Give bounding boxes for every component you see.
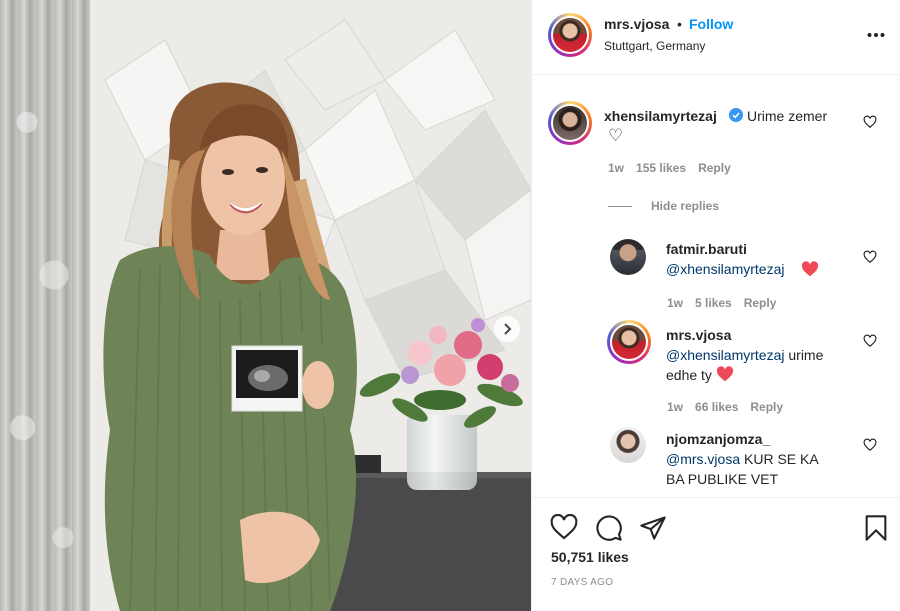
reply-meta: 1w 5 likes Reply xyxy=(667,296,788,310)
hide-replies-button[interactable]: Hide replies xyxy=(651,199,719,213)
follow-button[interactable]: Follow xyxy=(689,16,733,32)
reply-username[interactable]: mrs.vjosa xyxy=(666,327,731,343)
avatar-image xyxy=(610,323,648,361)
chevron-right-icon[interactable] xyxy=(494,316,520,342)
reply-text-line2: edhe ty xyxy=(666,367,712,383)
reply-text-part: urime xyxy=(784,347,824,363)
reply-text: @xhensilamyrtezaj urime edhe ty xyxy=(666,345,866,385)
avatar-image xyxy=(551,104,589,142)
reply-likes[interactable]: 66 likes xyxy=(695,400,738,414)
heart-emoji-red xyxy=(801,261,819,282)
heart-icon[interactable] xyxy=(550,513,578,545)
reply-avatar[interactable] xyxy=(607,320,651,364)
comment-age[interactable]: 1w xyxy=(608,161,624,175)
comment-meta: 1w 155 likes Reply xyxy=(608,161,743,175)
reply-age[interactable]: 1w xyxy=(667,400,683,414)
reply-avatar[interactable] xyxy=(610,239,646,275)
pregnant-woman xyxy=(103,82,357,611)
comment-icon[interactable] xyxy=(595,514,623,547)
verified-icon xyxy=(729,108,743,122)
post-header: mrs.vjosa • Follow Stuttgart, Germany xyxy=(532,0,900,75)
reply-avatar[interactable] xyxy=(610,427,646,463)
post-location[interactable]: Stuttgart, Germany xyxy=(604,39,705,53)
reply-username[interactable]: njomzanjomza_ xyxy=(666,431,770,447)
avatar[interactable] xyxy=(548,13,592,57)
comment-text: Urime zemer xyxy=(747,108,828,124)
reply-meta: 1w 66 likes Reply xyxy=(667,400,795,414)
post-username[interactable]: mrs.vjosa xyxy=(604,16,669,32)
reply-likes[interactable]: 5 likes xyxy=(695,296,732,310)
post-photo[interactable] xyxy=(0,0,531,611)
comment-username[interactable]: xhensilamyrtezaj xyxy=(604,108,717,124)
likes-count[interactable]: 50,751 likes xyxy=(551,549,629,565)
share-icon[interactable] xyxy=(639,514,667,547)
heart-icon[interactable] xyxy=(863,438,877,452)
reply-age[interactable]: 1w xyxy=(667,296,683,310)
separator-dot: • xyxy=(677,16,682,32)
more-icon[interactable] xyxy=(867,22,885,43)
reply-text-line2: BA PUBLIKE VET xyxy=(666,471,779,487)
heart-icon[interactable] xyxy=(863,334,877,348)
heart-icon[interactable] xyxy=(863,115,877,129)
heart-icon[interactable] xyxy=(863,250,877,264)
comment-likes[interactable]: 155 likes xyxy=(636,161,686,175)
reply-mention[interactable]: @xhensilamyrtezaj xyxy=(666,259,784,279)
bookmark-icon[interactable] xyxy=(864,514,888,547)
reply-button[interactable]: Reply xyxy=(744,296,777,310)
reply-mention[interactable]: @xhensilamyrtezaj xyxy=(666,347,784,363)
reply-mention[interactable]: @mrs.vjosa xyxy=(666,451,740,467)
reply-text-part: KUR SE KA xyxy=(740,451,819,467)
reply-username[interactable]: fatmir.baruti xyxy=(666,241,747,257)
avatar-image xyxy=(551,16,589,54)
reply-button[interactable]: Reply xyxy=(698,161,731,175)
post-date[interactable]: 7 DAYS AGO xyxy=(551,577,613,588)
reply-text: @mrs.vjosa KUR SE KA BA PUBLIKE VET xyxy=(666,449,866,495)
heart-emoji: ♡ xyxy=(608,126,624,145)
post-side-panel: mrs.vjosa • Follow Stuttgart, Germany xh… xyxy=(531,0,900,611)
reply-button[interactable]: Reply xyxy=(750,400,783,414)
hide-replies-line xyxy=(608,206,632,207)
heart-emoji-red xyxy=(716,366,733,382)
comment-avatar[interactable] xyxy=(548,101,592,145)
